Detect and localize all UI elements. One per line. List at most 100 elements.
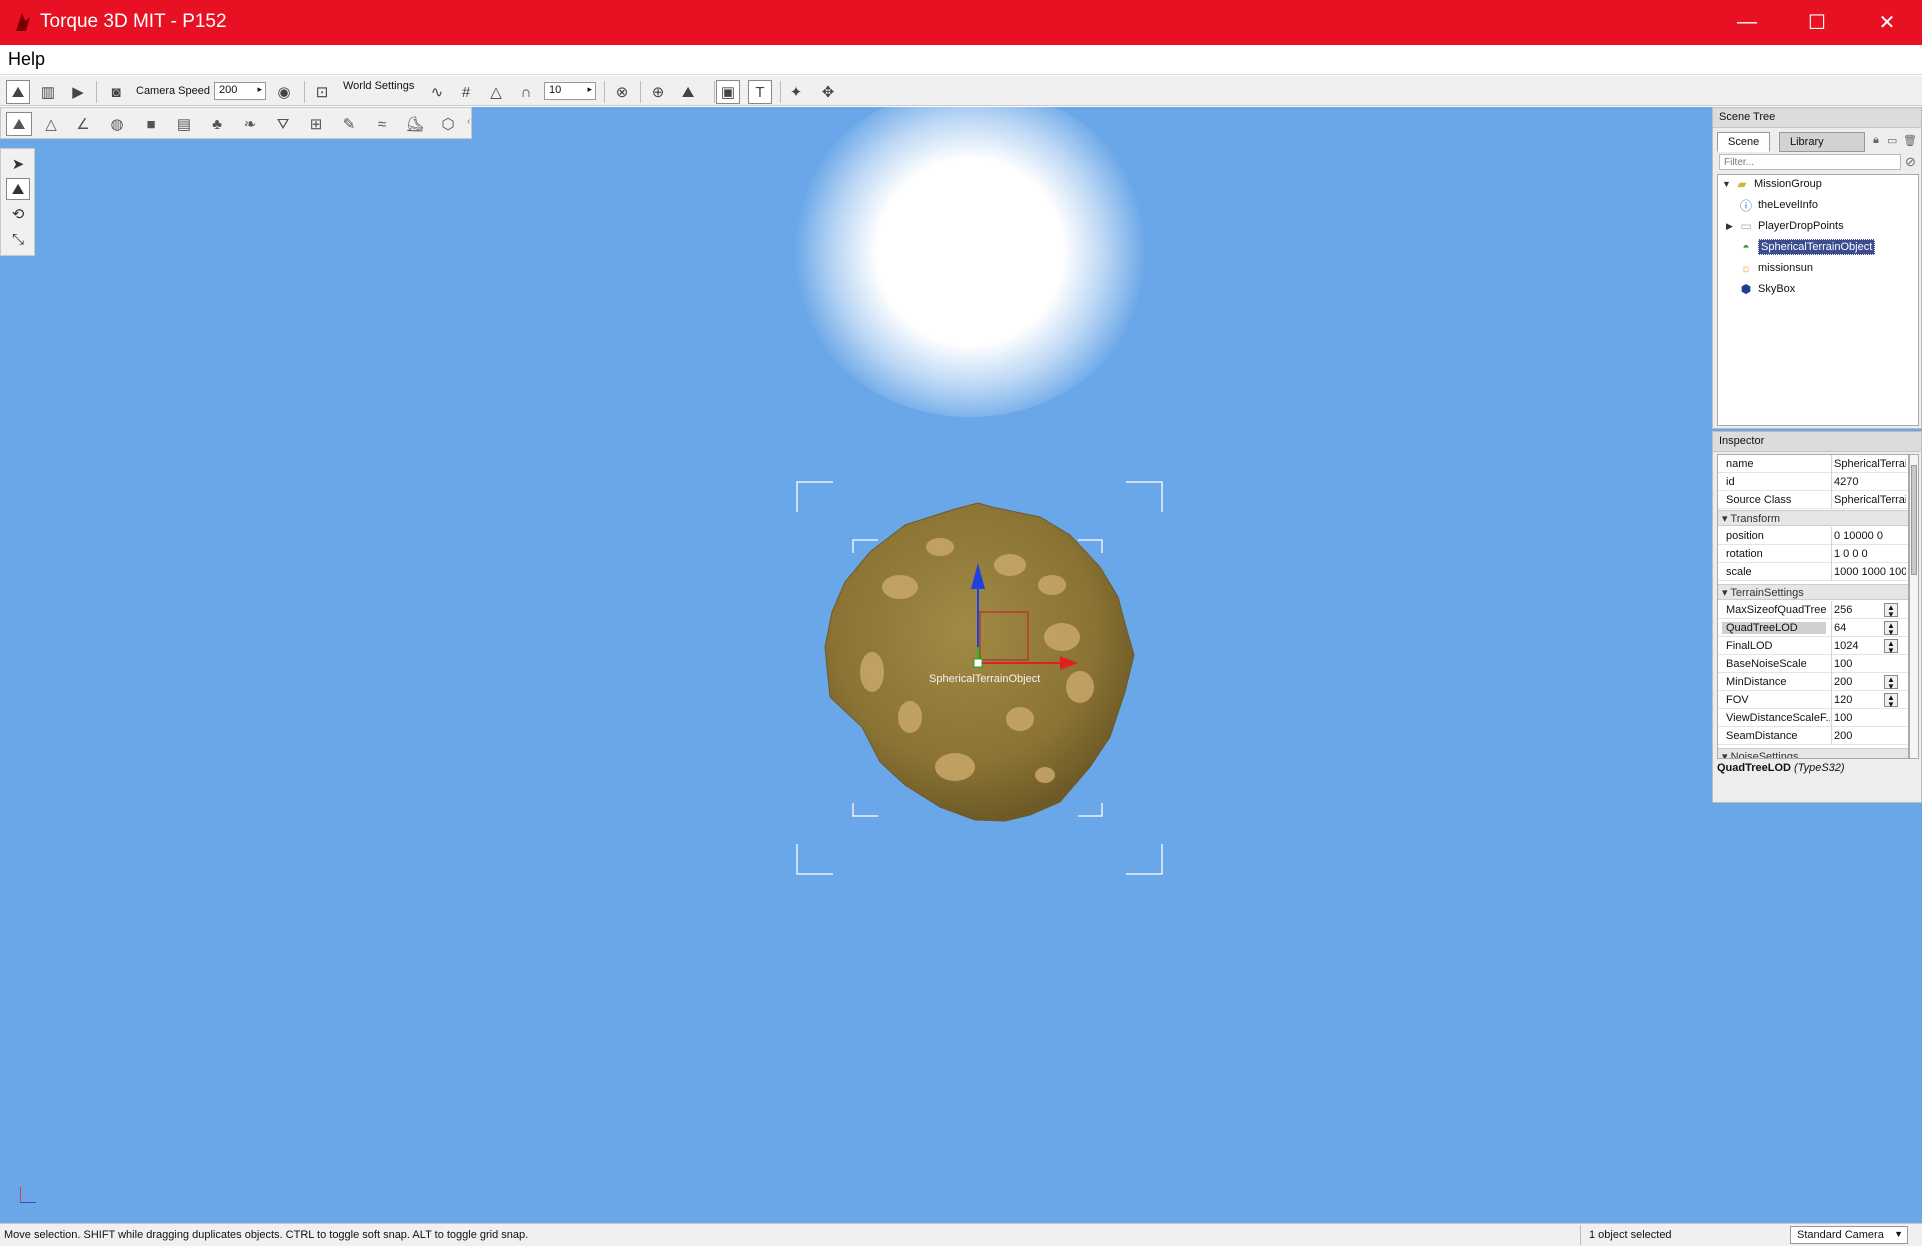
spinner-icon[interactable]: ▲ ▼ [1884, 675, 1898, 691]
scene-filter-input[interactable] [1719, 154, 1901, 170]
spinner-icon[interactable]: ▲ ▼ [1884, 621, 1898, 637]
spinner-icon[interactable]: ▲ ▼ [1884, 603, 1898, 619]
terrain-painter-icon[interactable]: ∠ [70, 112, 96, 136]
scrollbar-thumb[interactable] [1911, 465, 1917, 575]
camera-icon[interactable]: ◙ [104, 80, 128, 104]
tree-item-missionsun[interactable]: ☼ missionsun [1738, 259, 1814, 277]
tab-library[interactable]: Library [1779, 132, 1865, 152]
prop-value[interactable]: 0 10000 0 [1834, 530, 1906, 542]
tree-item-label: SphericalTerrainObject [1758, 239, 1876, 255]
terrain-editor-icon[interactable]: △ [38, 112, 64, 136]
maximize-button[interactable]: ☐ [1782, 0, 1852, 45]
tree-item-playerdroppoints[interactable]: ▶ ▭ PlayerDropPoints [1726, 217, 1844, 235]
camera-speed-arrow-icon[interactable]: ▸ [257, 84, 262, 95]
decal-editor-icon[interactable]: ⊞ [303, 112, 329, 136]
menu-help[interactable]: Help [8, 49, 45, 70]
inspector-panel: Inspector name SphericalTerrainObject id 4… [1712, 431, 1922, 803]
snap-objects-icon[interactable]: △ [484, 80, 508, 104]
group-terrain-settings[interactable]: ▾ TerrainSettings [1718, 584, 1908, 600]
tree-item-label: missionsun [1758, 262, 1814, 274]
road-editor-icon[interactable]: ⛛ [270, 112, 296, 136]
close-button[interactable]: ✕ [1852, 0, 1922, 45]
trash-icon[interactable]: 🗑︎ [1903, 134, 1917, 147]
prop-row-name[interactable]: name SphericalTerrainObject [1718, 455, 1908, 473]
collapse-palette-icon[interactable]: ‹ [467, 116, 470, 127]
prefab-icon[interactable]: ✥ [816, 80, 840, 104]
info-icon: ⓘ [1739, 198, 1752, 213]
prop-row-basenoisescale[interactable]: BaseNoiseScale 100 [1718, 655, 1908, 673]
prop-row-finallod[interactable]: FinalLOD 1024 ▲ ▼ [1718, 637, 1908, 655]
prop-row-mindistance[interactable]: MinDistance 200 ▲ ▼ [1718, 673, 1908, 691]
material-editor-icon[interactable]: ◍ [104, 112, 130, 136]
sketch-tool-icon[interactable]: ■ [138, 112, 164, 136]
fit-selection-icon[interactable]: ⊡ [310, 80, 334, 104]
spinner-icon[interactable]: ▲ ▼ [1884, 639, 1898, 655]
object-bounds-icon[interactable]: ⊗ [610, 80, 634, 104]
selection-box-icon[interactable]: ▣ [716, 80, 740, 104]
prop-value[interactable]: 100 [1834, 712, 1906, 724]
prop-row-viewdistancescale[interactable]: ViewDistanceScaleF... 100 [1718, 709, 1908, 727]
navmesh-editor-icon[interactable]: ⛸ [402, 112, 428, 136]
camera-mode-dropdown[interactable]: Standard Camera ▼ [1790, 1226, 1908, 1244]
tab-scene[interactable]: Scene [1717, 132, 1771, 152]
prop-label: MinDistance [1726, 676, 1787, 688]
select-arrow-icon[interactable]: ➤ [6, 153, 30, 175]
collapse-triangle-icon[interactable]: ▼ [1722, 179, 1734, 189]
transform-space-icon[interactable]: ⛰ [676, 80, 700, 104]
snap-to-terrain-icon[interactable]: ∿ [425, 80, 449, 104]
snap-value-arrow-icon[interactable]: ▸ [587, 84, 592, 95]
prop-row-rotation[interactable]: rotation 1 0 0 0 [1718, 545, 1908, 563]
camera-speed-field[interactable]: 200 ▸ [214, 82, 266, 100]
group-transform[interactable]: ▾ Transform [1718, 510, 1908, 526]
play-game-icon[interactable]: ▶ [66, 80, 90, 104]
prop-value[interactable]: SphericalTerrainObject [1834, 458, 1906, 470]
prop-row-scale[interactable]: scale 1000 1000 1000 [1718, 563, 1908, 581]
scale-tool-icon[interactable]: ⤡ [6, 228, 30, 250]
object-editor-icon[interactable]: ⛰ [6, 112, 32, 136]
planet-scene[interactable] [0, 107, 1922, 1223]
prop-row-fov[interactable]: FOV 120 ▲ ▼ [1718, 691, 1908, 709]
world-editor-icon[interactable]: ⛰ [6, 80, 30, 104]
datablock-editor-icon[interactable]: ▤ [171, 112, 197, 136]
prop-row-quadtreelod[interactable]: QuadTreeLOD 64 ▲ ▼ [1718, 619, 1908, 637]
prop-label: position [1726, 530, 1764, 542]
clear-filter-icon[interactable]: ⊘ [1905, 154, 1916, 170]
tree-item-sphericalterrainobject[interactable]: ◓ SphericalTerrainObject [1738, 238, 1876, 256]
visibility-eye-icon[interactable]: ◉ [272, 80, 296, 104]
prop-row-seamdistance[interactable]: SeamDistance 200 [1718, 727, 1908, 745]
prop-value[interactable]: 1000 1000 1000 [1834, 566, 1906, 578]
prop-row-position[interactable]: position 0 10000 0 [1718, 527, 1908, 545]
convex-editor-icon[interactable]: ⬡ [435, 112, 461, 136]
gui-editor-icon[interactable]: ▥ [36, 80, 60, 104]
new-folder-icon[interactable]: ▭ [1887, 134, 1897, 147]
tree-item-thelevelinfo[interactable]: ⓘ theLevelInfo [1738, 196, 1818, 214]
prop-value[interactable]: 100 [1834, 658, 1906, 670]
spinner-icon[interactable]: ▲ ▼ [1884, 693, 1898, 709]
magnet-icon[interactable]: ∩ [514, 80, 538, 104]
text-labels-icon[interactable]: T [748, 80, 772, 104]
world-settings-label[interactable]: World Settings [343, 80, 414, 92]
snap-value-field[interactable]: 10 ▸ [544, 82, 596, 100]
river-editor-icon[interactable]: ≈ [369, 112, 395, 136]
move-tool-icon[interactable]: ⛰ [6, 178, 30, 200]
minimize-button[interactable]: — [1712, 0, 1782, 45]
particle-editor-icon[interactable]: ♣ [204, 112, 230, 136]
3d-viewport[interactable]: SphericalTerrainObject [0, 107, 1922, 1223]
tree-item-skybox[interactable]: ⬢ SkyBox [1738, 280, 1796, 298]
pivot-icon[interactable]: ⊕ [646, 80, 670, 104]
tree-item-missiongroup[interactable]: ▼ ▰ MissionGroup [1722, 175, 1822, 193]
inspector-scrollbar[interactable] [1909, 454, 1919, 759]
group-label: NoiseSettings [1730, 751, 1799, 759]
prop-value[interactable]: 200 [1834, 730, 1906, 742]
prop-value[interactable]: 1 0 0 0 [1834, 548, 1906, 560]
forest-editor-icon[interactable]: ❧ [237, 112, 263, 136]
group-noise-settings[interactable]: ▾ NoiseSettings [1718, 748, 1908, 759]
grid-snap-icon[interactable]: # [454, 80, 478, 104]
rotate-tool-icon[interactable]: ⟲ [6, 203, 30, 225]
expand-triangle-icon[interactable]: ▶ [1726, 221, 1738, 232]
prop-label: QuadTreeLOD [1722, 622, 1826, 634]
lock-icon[interactable]: 🔒︎ [1873, 134, 1879, 147]
drop-object-icon[interactable]: ✦ [784, 80, 808, 104]
prop-row-maxsizeofquadtree[interactable]: MaxSizeofQuadTree 256 ▲ ▼ [1718, 601, 1908, 619]
mesh-road-icon[interactable]: ✎ [336, 112, 362, 136]
